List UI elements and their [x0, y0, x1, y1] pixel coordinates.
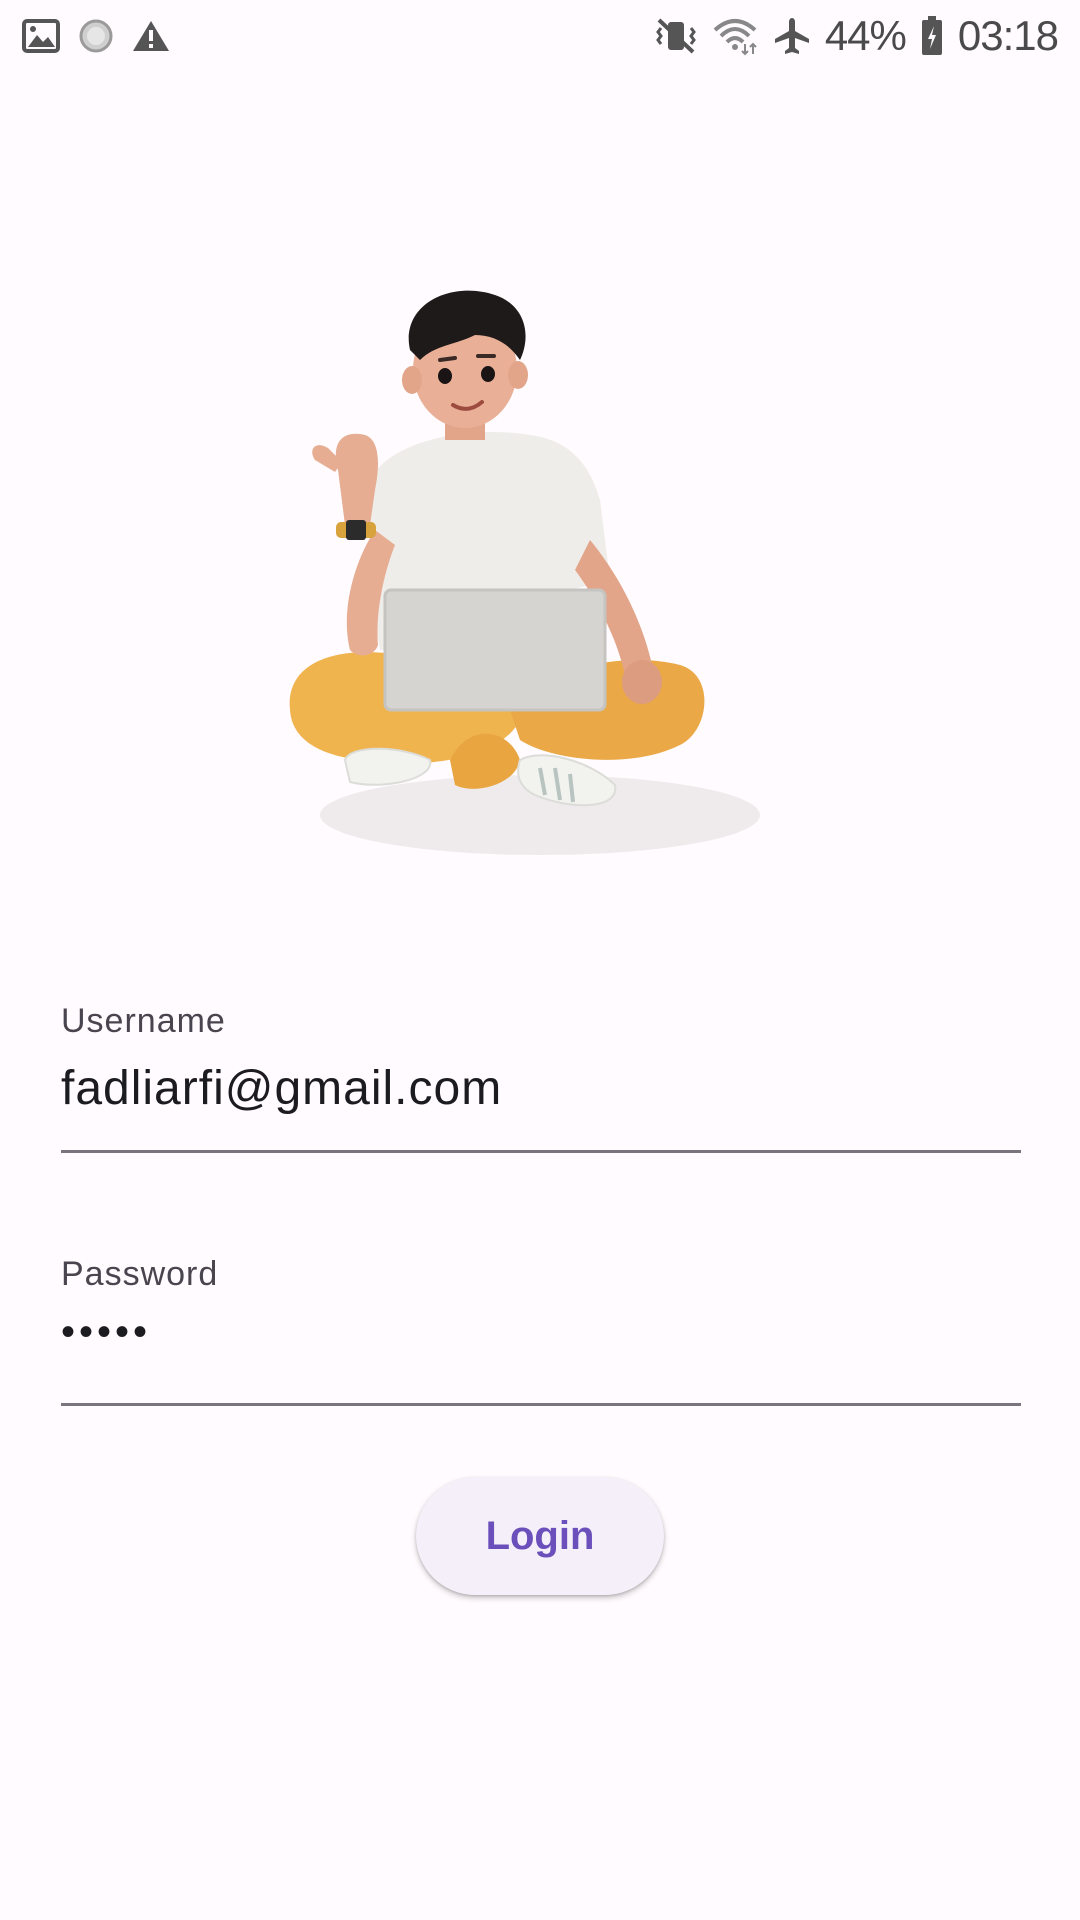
wifi-icon [711, 16, 759, 56]
loading-icon [78, 18, 114, 54]
password-field[interactable]: Password ••••• [61, 1255, 1021, 1406]
warning-icon [132, 19, 170, 53]
image-icon [22, 19, 60, 53]
status-bar-right: 44% 03:18 [655, 12, 1059, 60]
login-button[interactable]: Login [416, 1477, 664, 1595]
person-with-laptop-illustration [270, 290, 790, 870]
battery-icon [920, 15, 944, 57]
password-underline [61, 1403, 1021, 1406]
status-bar: 44% 03:18 [0, 0, 1080, 72]
username-label: Username [61, 1002, 226, 1040]
status-bar-left [22, 18, 170, 54]
airplane-icon [773, 16, 811, 56]
password-label: Password [61, 1255, 219, 1293]
clock: 03:18 [957, 12, 1059, 59]
password-input[interactable]: ••••• [61, 1310, 1021, 1355]
battery-percentage: 44% [824, 12, 907, 59]
vibrate-mute-icon [655, 16, 697, 56]
username-input[interactable]: fadliarfi@gmail.com [61, 1061, 1021, 1116]
username-underline [61, 1150, 1021, 1153]
username-field[interactable]: Username fadliarfi@gmail.com [61, 1002, 1021, 1153]
